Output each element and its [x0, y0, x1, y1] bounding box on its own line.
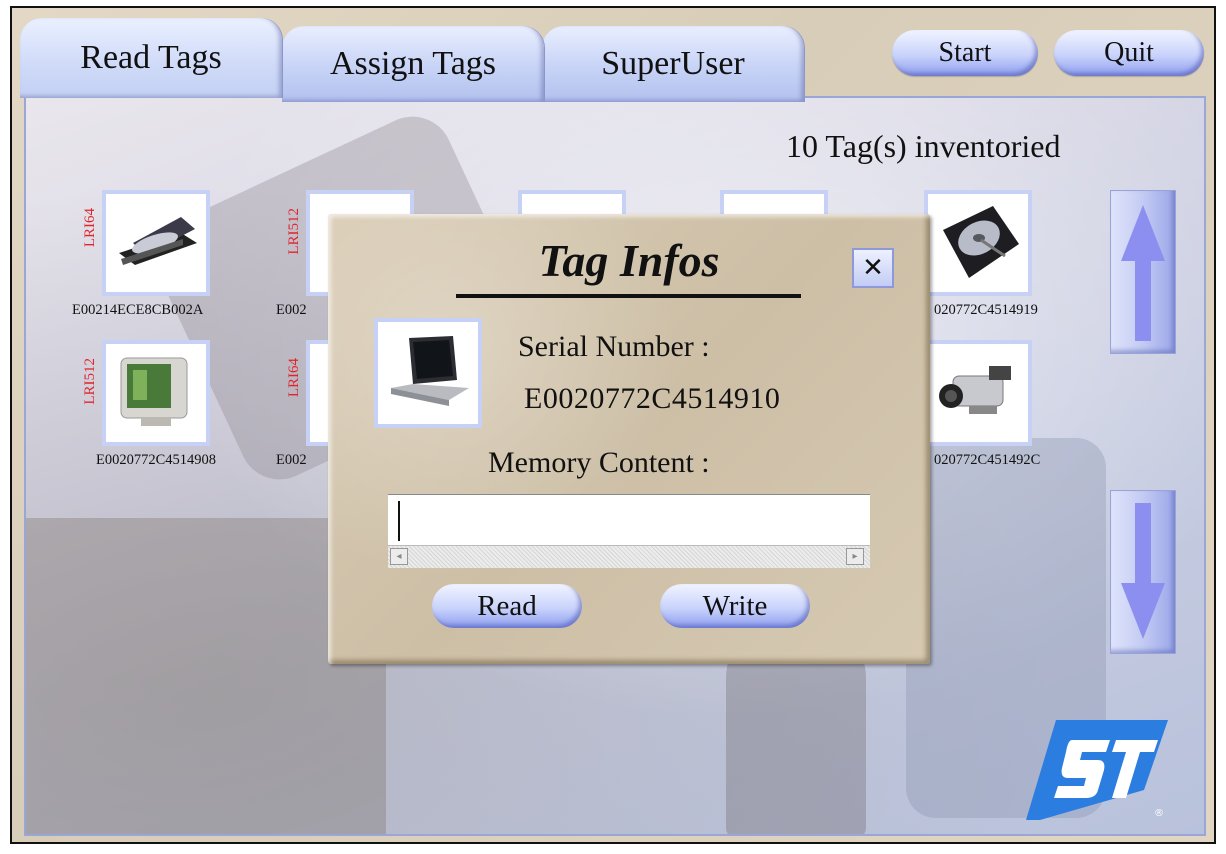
memory-content-input[interactable]	[388, 495, 870, 545]
tab-superuser[interactable]: SuperUser	[542, 26, 804, 102]
quit-button[interactable]: Quit	[1054, 30, 1204, 76]
tag-type-label: LRI64	[82, 208, 98, 248]
write-button[interactable]: Write	[660, 584, 810, 628]
text-caret	[398, 501, 400, 541]
read-button[interactable]: Read	[432, 584, 582, 628]
memory-content-label: Memory Content :	[488, 446, 710, 479]
scroll-left-icon[interactable]: ◂	[390, 548, 408, 565]
tag-serial: E0020772C4514908	[96, 452, 217, 468]
scroll-up-button[interactable]	[1110, 190, 1176, 354]
close-button[interactable]: ✕	[852, 248, 894, 288]
cd-drive-icon	[102, 190, 210, 296]
scroll-down-button[interactable]	[1110, 490, 1176, 654]
tab-assign-tags[interactable]: Assign Tags	[282, 26, 544, 102]
title-underline	[456, 294, 801, 298]
tag-type-label: LRI512	[286, 208, 302, 255]
start-button[interactable]: Start	[892, 30, 1038, 76]
serial-number-label: Serial Number :	[518, 330, 710, 363]
st-logo: ®	[1026, 720, 1168, 820]
camcorder-icon	[924, 340, 1032, 446]
svg-text:®: ®	[1154, 808, 1164, 819]
serial-number-value: E0020772C4514910	[524, 382, 781, 415]
dialog-title: Tag Infos	[538, 235, 720, 286]
tag-type-label: LRI64	[286, 358, 302, 398]
tag-serial: 020772C451492C	[934, 452, 1041, 468]
hard-disk-icon	[924, 190, 1032, 296]
close-icon: ✕	[862, 253, 884, 283]
scroll-right-icon[interactable]: ▸	[846, 548, 864, 565]
app-window: Read Tags Assign Tags SuperUser Start Qu…	[10, 6, 1216, 844]
monitor-icon	[102, 340, 210, 446]
tag-serial: 020772C4514919	[934, 302, 1038, 318]
tag-type-label: LRI512	[82, 358, 98, 405]
inventory-status: 10 Tag(s) inventoried	[786, 128, 1061, 164]
tab-read-tags[interactable]: Read Tags	[20, 18, 282, 98]
tag-infos-dialog: Tag Infos ✕ Serial Number : E0020772C451…	[328, 214, 930, 664]
memory-content-field[interactable]: ◂ ▸	[388, 494, 870, 568]
horizontal-scrollbar[interactable]: ◂ ▸	[388, 545, 870, 568]
arrow-down-icon	[1121, 503, 1165, 639]
tag-serial: E00214ECE8CB002A	[72, 302, 204, 318]
arrow-up-icon	[1121, 205, 1165, 341]
laptop-icon	[374, 318, 482, 428]
